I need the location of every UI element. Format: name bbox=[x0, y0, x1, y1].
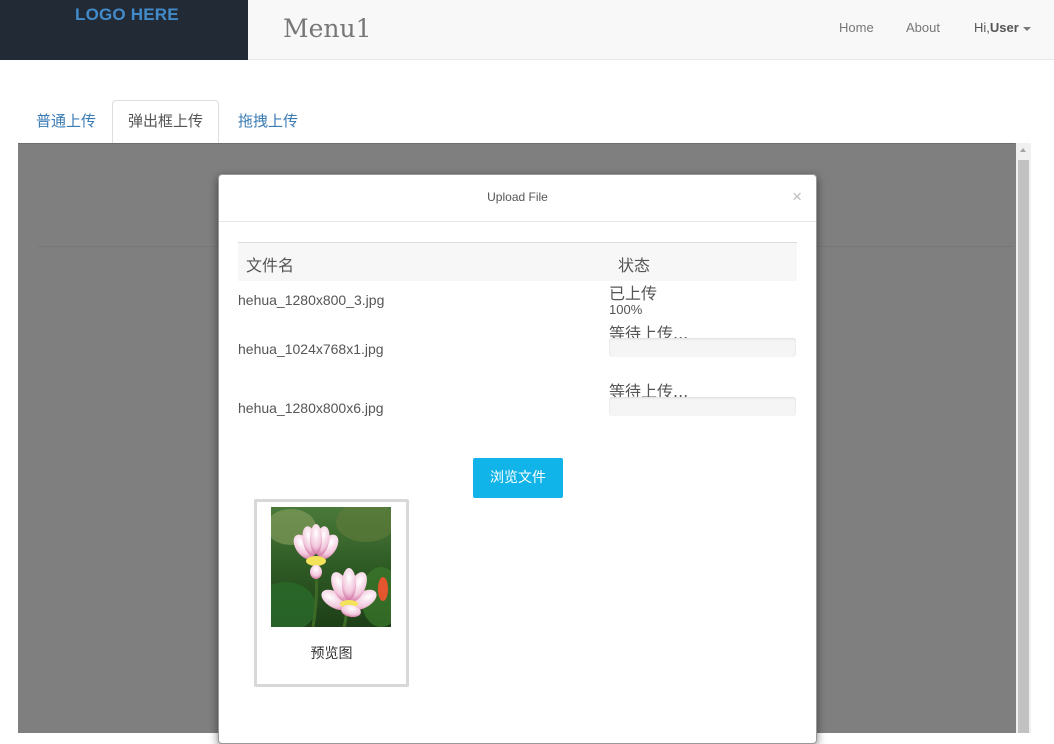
table-row: hehua_1024x768x1.jpg 等待上传... bbox=[238, 324, 797, 388]
upload-modal: Upload File × 文件名 状态 hehua_1280x800_3.jp… bbox=[218, 174, 817, 744]
navbar-brand[interactable]: Menu1 bbox=[283, 14, 372, 43]
column-header-filename: 文件名 bbox=[246, 256, 295, 275]
tab-normal-upload[interactable]: 普通上传 bbox=[20, 100, 112, 143]
top-navbar: LOGO HERE Menu1 Home About Hi,User bbox=[0, 0, 1054, 60]
tab-popup-upload[interactable]: 弹出框上传 bbox=[112, 100, 220, 144]
file-table: 文件名 状态 hehua_1280x800_3.jpg 已上传 100% heh… bbox=[238, 242, 797, 446]
tab-drag-upload[interactable]: 拖拽上传 bbox=[222, 100, 314, 143]
scroll-thumb[interactable] bbox=[1018, 160, 1029, 733]
modal-header: Upload File × bbox=[219, 175, 816, 222]
table-row: hehua_1280x800x6.jpg 等待上传... bbox=[238, 382, 797, 446]
upload-tabs: 普通上传 弹出框上传 拖拽上传 bbox=[18, 100, 1031, 144]
logo[interactable]: LOGO HERE bbox=[75, 5, 179, 25]
nav-home-link[interactable]: Home bbox=[839, 20, 874, 35]
close-icon[interactable]: × bbox=[792, 187, 802, 207]
progress-percent: 100% bbox=[609, 302, 643, 317]
preview-card: 预览图 bbox=[254, 499, 409, 687]
logo-area[interactable]: LOGO HERE bbox=[0, 0, 248, 60]
table-header: 文件名 状态 bbox=[238, 242, 797, 281]
column-header-status: 状态 bbox=[618, 256, 651, 275]
caret-down-icon bbox=[1022, 26, 1031, 31]
file-name: hehua_1024x768x1.jpg bbox=[238, 341, 384, 357]
nav-about-link[interactable]: About bbox=[906, 20, 940, 35]
progress-bar bbox=[609, 397, 796, 416]
file-status: 已上传 bbox=[609, 284, 658, 303]
file-name: hehua_1280x800x6.jpg bbox=[238, 400, 384, 416]
user-menu-dropdown[interactable]: Hi,User bbox=[974, 20, 1031, 35]
user-name: User bbox=[989, 20, 1019, 35]
progress-bar bbox=[609, 338, 796, 357]
preview-image bbox=[271, 507, 391, 627]
page-scrollbar[interactable] bbox=[1016, 143, 1031, 733]
modal-title: Upload File bbox=[487, 190, 548, 204]
preview-caption: 预览图 bbox=[310, 646, 353, 662]
file-name: hehua_1280x800_3.jpg bbox=[238, 292, 385, 308]
browse-files-button[interactable]: 浏览文件 bbox=[473, 458, 563, 498]
user-greeting: Hi, bbox=[974, 20, 990, 35]
scroll-up-arrow-icon[interactable] bbox=[1016, 143, 1031, 158]
table-row: hehua_1280x800_3.jpg 已上传 100% bbox=[238, 281, 797, 330]
